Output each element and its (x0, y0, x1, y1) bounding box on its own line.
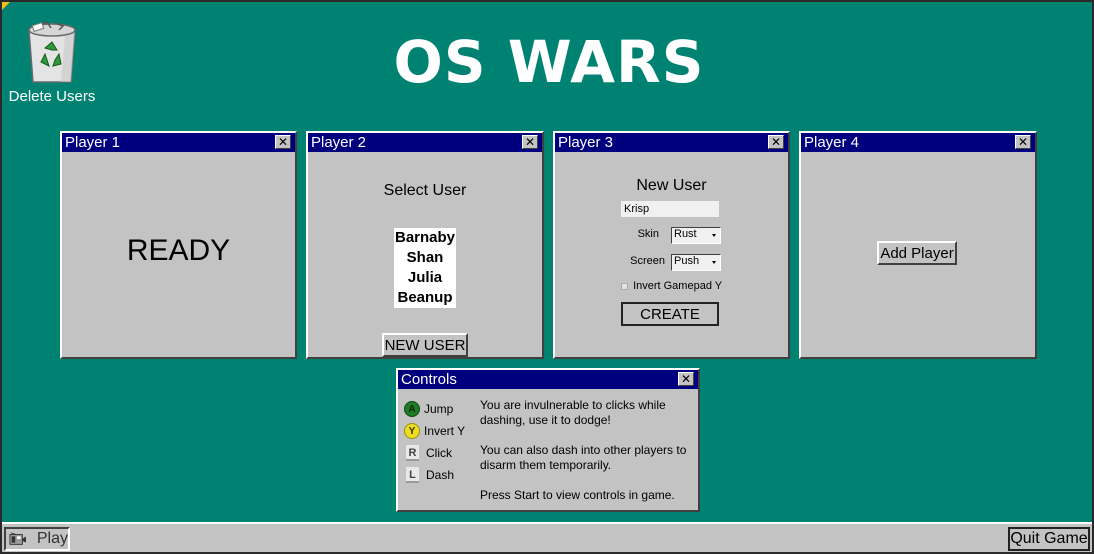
player-4-close-button[interactable]: ✕ (1015, 135, 1031, 149)
player-2-window: Player 2 ✕ Select User Barnaby Shan Juli… (306, 131, 544, 359)
player-3-title: Player 3 (558, 134, 614, 151)
l-trigger-icon: L (406, 467, 419, 483)
controls-list: A Jump Y Invert Y R Click L Dash (404, 398, 465, 486)
control-label: Jump (424, 402, 454, 416)
corner-marker (2, 2, 10, 10)
control-dash: L Dash (404, 464, 465, 486)
user-list-item[interactable]: Shan (394, 248, 456, 268)
control-click: R Click (404, 442, 465, 464)
tip-text: You are invulnerable to clicks while das… (480, 398, 666, 427)
player-4-titlebar: Player 4 ✕ (801, 133, 1035, 152)
player-3-window: Player 3 ✕ New User Skin Rust Screen Pus… (553, 131, 790, 359)
player-3-close-button[interactable]: ✕ (768, 135, 784, 149)
skin-label: Skin (637, 228, 659, 240)
invert-gamepad-label: Invert Gamepad Y (633, 280, 723, 292)
player-4-title: Player 4 (804, 134, 860, 151)
screen-select-value: Push (674, 255, 700, 267)
player-1-close-button[interactable]: ✕ (275, 135, 291, 149)
user-list: Barnaby Shan Julia Beanup (394, 228, 456, 308)
control-invert-y: Y Invert Y (404, 420, 465, 442)
invert-gamepad-row: Invert Gamepad Y (621, 280, 722, 292)
r-trigger-icon: R (406, 445, 419, 461)
chevron-down-icon (712, 234, 716, 237)
gamepad-icon (9, 532, 26, 545)
new-user-button[interactable]: NEW USER (382, 333, 468, 357)
player-1-title: Player 1 (65, 134, 121, 151)
tip-text: You can also dash into other players to … (480, 443, 687, 472)
controls-window: Controls ✕ A Jump Y Invert Y R Click L D… (396, 368, 700, 512)
player-3-titlebar: Player 3 ✕ (555, 133, 788, 152)
controls-titlebar: Controls ✕ (398, 370, 698, 389)
player-2-close-button[interactable]: ✕ (522, 135, 538, 149)
screen-label: Screen (630, 255, 665, 267)
skin-select-value: Rust (674, 228, 697, 240)
game-title: OS WARS (393, 28, 705, 96)
controls-title: Controls (401, 371, 457, 388)
chevron-down-icon (712, 261, 716, 264)
y-button-icon: Y (404, 423, 420, 439)
user-list-item[interactable]: Beanup (394, 288, 456, 308)
screen-select[interactable]: Push (671, 254, 721, 271)
play-button[interactable]: Play (4, 527, 70, 551)
quit-game-button[interactable]: Quit Game (1008, 527, 1090, 551)
username-input[interactable] (621, 201, 719, 217)
play-label: Play (36, 530, 68, 547)
control-label: Dash (426, 468, 455, 482)
player-1-titlebar: Player 1 ✕ (62, 133, 295, 152)
add-player-button[interactable]: Add Player (877, 241, 957, 265)
create-button[interactable]: CREATE (621, 302, 719, 326)
player-2-title: Player 2 (311, 134, 367, 151)
player-4-window: Player 4 ✕ Add Player (799, 131, 1037, 359)
skin-select[interactable]: Rust (671, 227, 721, 244)
taskbar: Play Quit Game (2, 522, 1092, 552)
controls-tips: You are invulnerable to clicks while das… (480, 398, 690, 518)
select-user-heading: Select User (383, 182, 467, 199)
invert-gamepad-checkbox[interactable] (621, 282, 628, 290)
user-list-item[interactable]: Barnaby (394, 228, 456, 248)
control-label: Click (426, 446, 452, 460)
player-1-ready-status: READY (126, 234, 231, 267)
controls-close-button[interactable]: ✕ (678, 372, 694, 386)
control-jump: A Jump (404, 398, 465, 420)
a-button-icon: A (404, 401, 420, 417)
player-1-window: Player 1 ✕ READY (60, 131, 297, 359)
control-label: Invert Y (424, 424, 466, 438)
user-list-item[interactable]: Julia (394, 268, 456, 288)
new-user-heading: New User (636, 177, 707, 194)
player-2-titlebar: Player 2 ✕ (308, 133, 542, 152)
tip-text: Press Start to view controls in game. (480, 488, 675, 502)
